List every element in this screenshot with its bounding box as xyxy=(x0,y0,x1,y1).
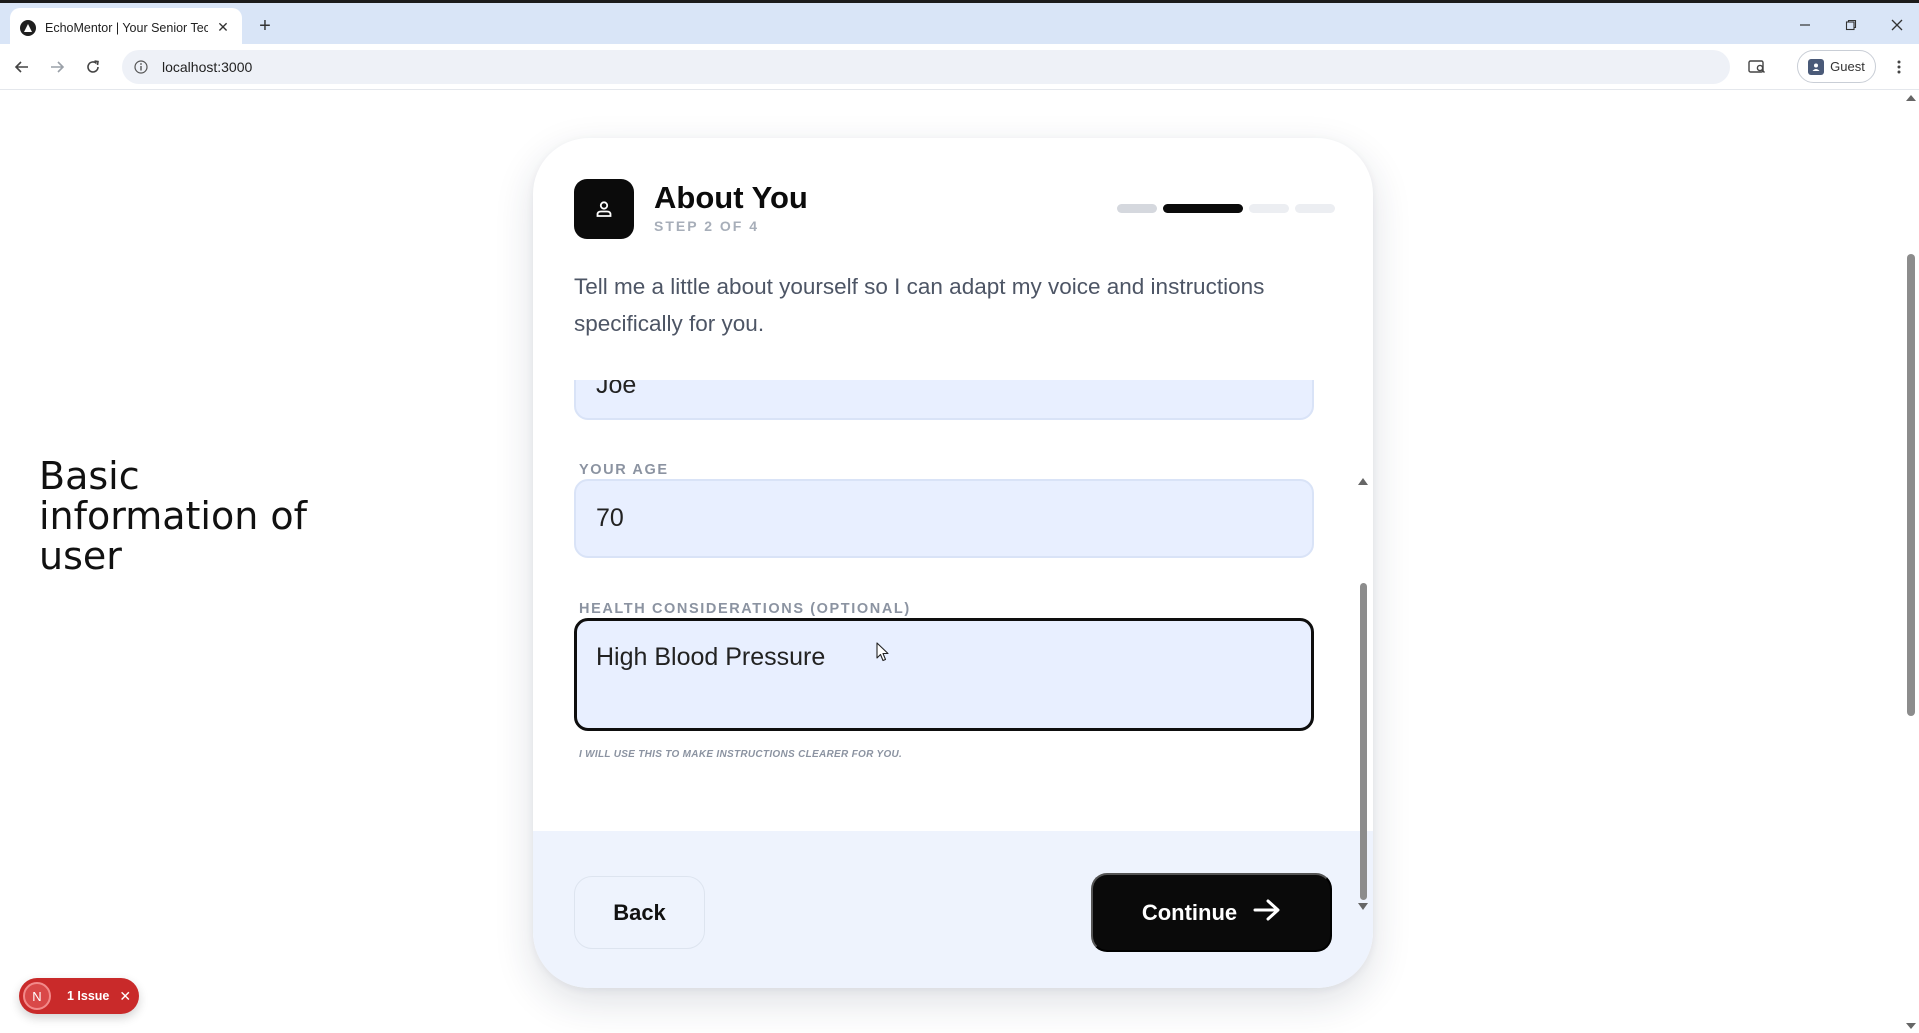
browser-tab-strip: EchoMentor | Your Senior Tech ✕ + xyxy=(0,0,1919,47)
form-scrollbar[interactable] xyxy=(1356,478,1370,918)
scroll-up-arrow-icon[interactable] xyxy=(1358,478,1368,485)
onboarding-card: About You STEP 2 OF 4 Tell me a little a… xyxy=(533,138,1373,988)
issue-count[interactable]: 1 Issue xyxy=(67,989,109,1003)
back-arrow-icon[interactable] xyxy=(10,55,34,79)
user-icon xyxy=(574,179,634,239)
progress-segment-2 xyxy=(1163,204,1243,213)
arrow-right-icon xyxy=(1253,899,1281,927)
page-scroll-up-icon[interactable] xyxy=(1906,95,1916,101)
step-progress-bar xyxy=(1117,204,1335,213)
back-button[interactable]: Back xyxy=(574,876,705,949)
age-label: YOUR AGE xyxy=(579,462,669,478)
health-considerations-field[interactable]: High Blood Pressure xyxy=(574,618,1314,731)
continue-label: Continue xyxy=(1141,899,1238,925)
dev-issue-badge[interactable]: N 1 Issue ✕ xyxy=(19,978,139,1014)
browser-tab[interactable]: EchoMentor | Your Senior Tech ✕ xyxy=(10,8,242,47)
more-vert-icon[interactable] xyxy=(1886,55,1912,79)
close-icon[interactable]: ✕ xyxy=(119,988,131,1005)
profile-icon xyxy=(1808,58,1825,75)
mouse-cursor-icon xyxy=(876,642,889,662)
url-text: localhost:3000 xyxy=(162,59,253,75)
step-indicator: STEP 2 OF 4 xyxy=(654,218,759,234)
maximize-icon[interactable] xyxy=(1837,13,1865,37)
health-label: HEALTH CONSIDERATIONS (OPTIONAL) xyxy=(579,601,911,617)
form-scroll-area[interactable]: Joe YOUR AGE 70 HEALTH CONSIDERATIONS (O… xyxy=(574,380,1314,816)
intro-text: Tell me a little about yourself so I can… xyxy=(574,274,1265,336)
close-tab-icon[interactable]: ✕ xyxy=(214,19,232,37)
nextjs-logo-icon: N xyxy=(23,982,51,1010)
reload-icon[interactable] xyxy=(81,55,105,79)
profile-label: Guest xyxy=(1830,59,1865,74)
forward-arrow-icon[interactable] xyxy=(45,55,69,79)
page-scroll-down-icon[interactable] xyxy=(1906,1023,1916,1029)
form-scrollbar-thumb[interactable] xyxy=(1360,583,1367,900)
profile-button[interactable]: Guest xyxy=(1797,50,1876,83)
health-hint: I WILL USE THIS TO MAKE INSTRUCTIONS CLE… xyxy=(579,749,903,760)
info-icon[interactable] xyxy=(132,58,150,76)
name-field[interactable]: Joe xyxy=(574,380,1314,420)
address-bar[interactable]: localhost:3000 xyxy=(122,50,1730,84)
continue-button[interactable]: Continue xyxy=(1091,873,1332,952)
close-window-icon[interactable] xyxy=(1883,13,1911,37)
page-scrollbar[interactable] xyxy=(1902,90,1919,1033)
new-tab-button[interactable]: + xyxy=(254,15,276,37)
progress-segment-3 xyxy=(1249,204,1289,213)
progress-segment-1 xyxy=(1117,204,1157,213)
browser-toolbar: localhost:3000 Guest xyxy=(0,44,1919,90)
page-title: About You xyxy=(654,180,808,215)
minimize-icon[interactable] xyxy=(1791,13,1819,37)
card-footer: Back Continue xyxy=(533,831,1373,988)
progress-segment-4 xyxy=(1295,204,1335,213)
tab-title: EchoMentor | Your Senior Tech xyxy=(45,20,208,35)
page-scrollbar-thumb[interactable] xyxy=(1907,254,1915,716)
page-content: Basic information of user About You STEP… xyxy=(0,90,1919,1033)
age-field[interactable]: 70 xyxy=(574,479,1314,558)
side-caption: Basic information of user xyxy=(39,454,308,578)
browser-favicon xyxy=(20,19,36,36)
scroll-down-arrow-icon[interactable] xyxy=(1358,903,1368,910)
reading-mode-icon[interactable] xyxy=(1744,55,1770,79)
